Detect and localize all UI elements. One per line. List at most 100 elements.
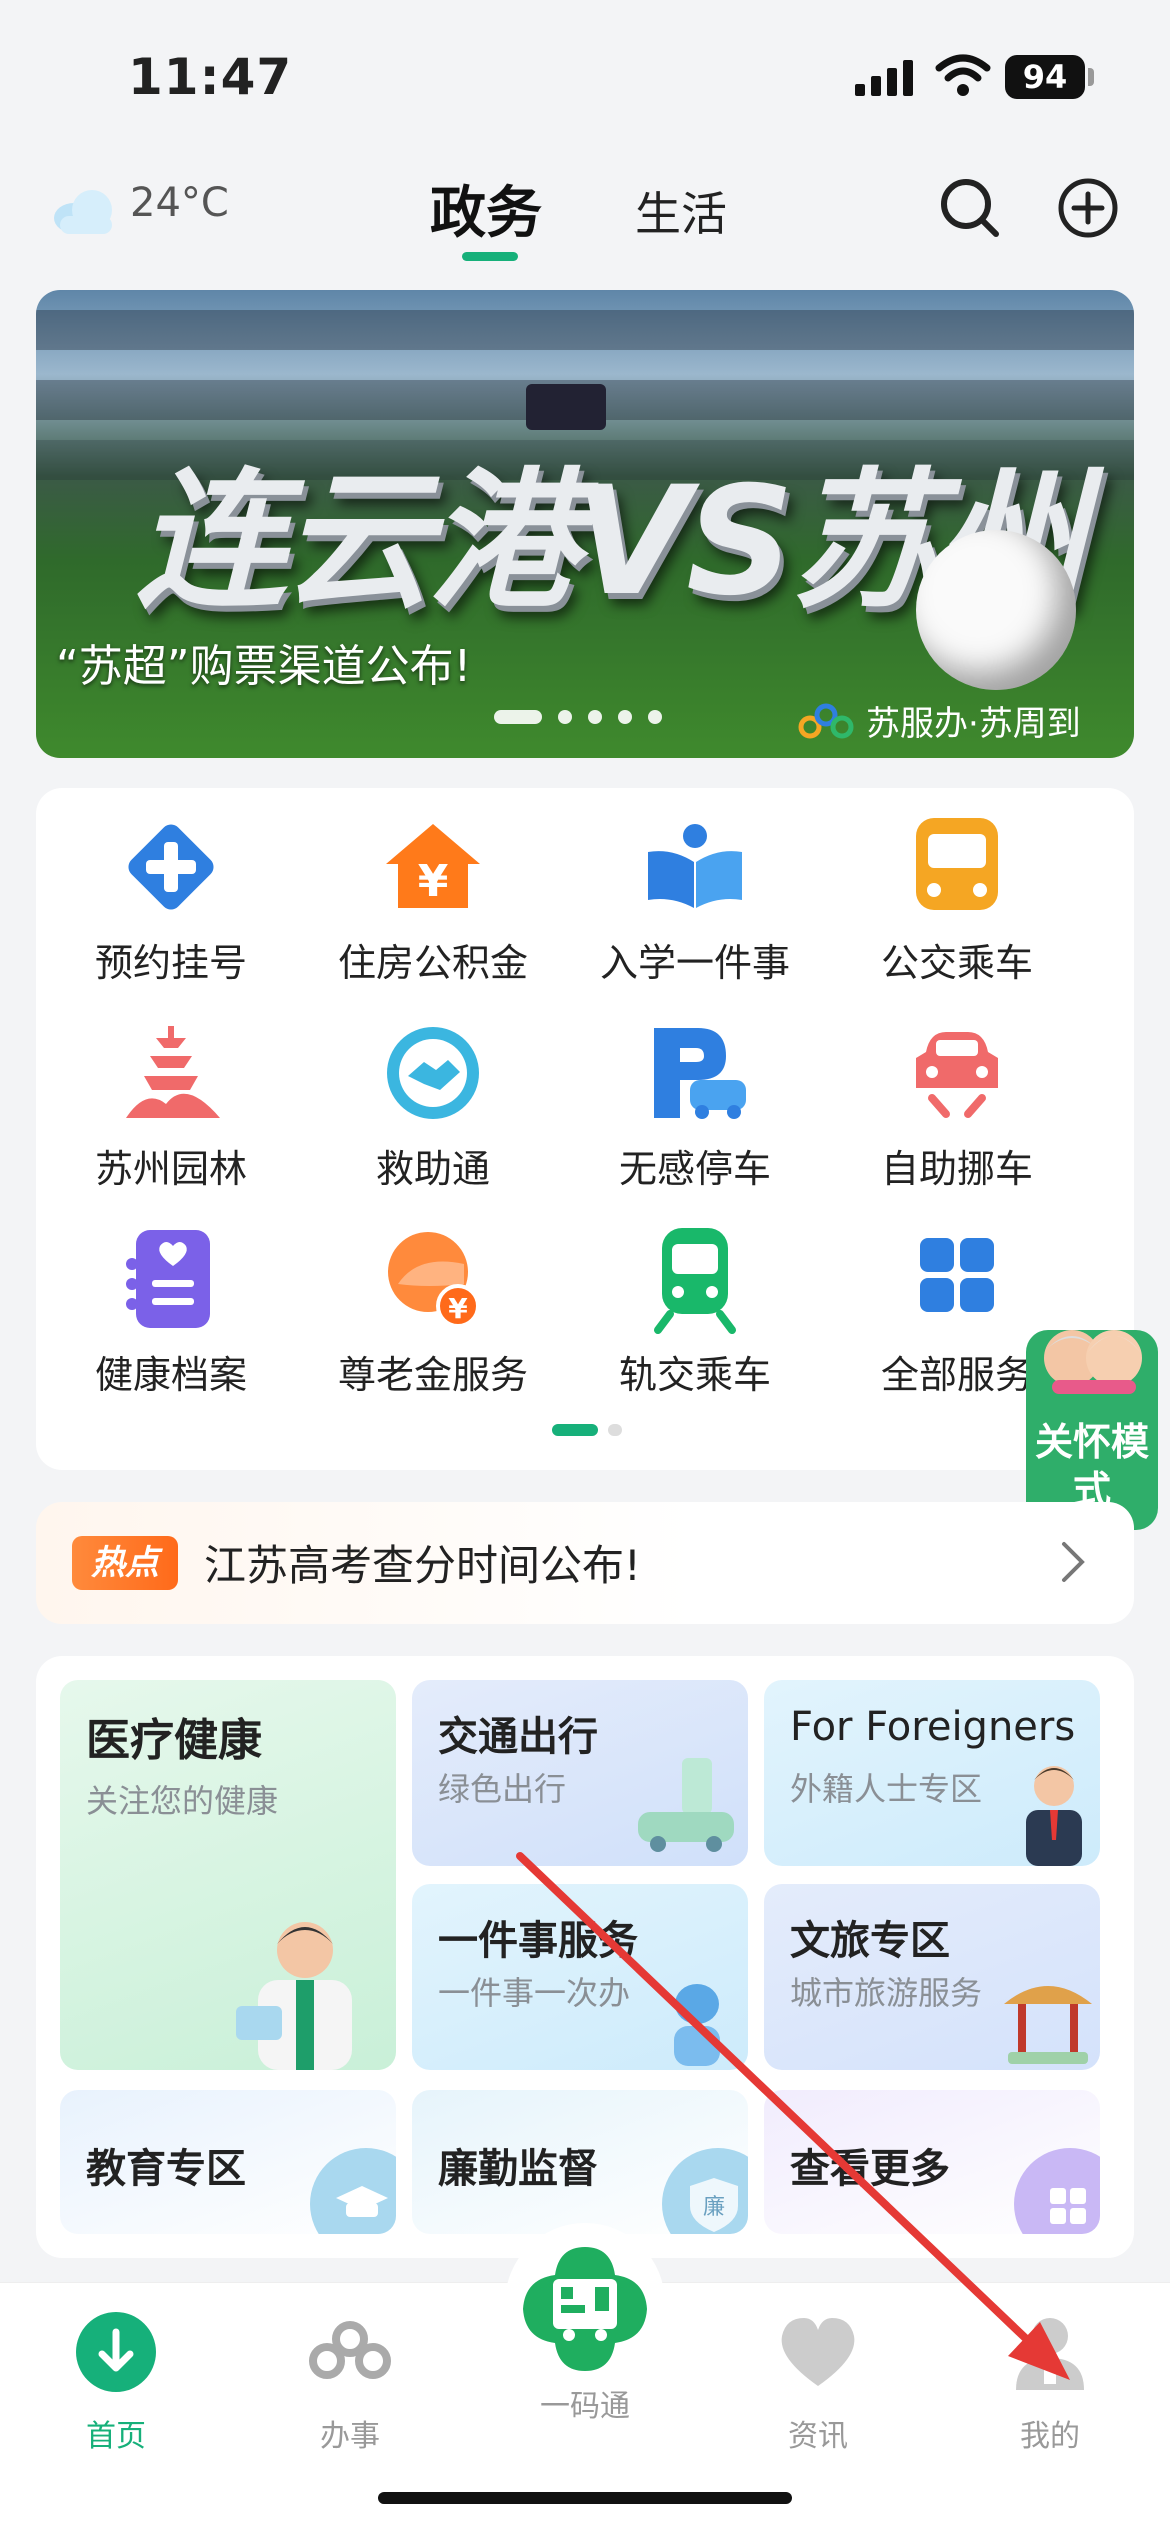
pagination-dot[interactable] xyxy=(618,710,632,724)
service-label: 自助挪车 xyxy=(880,1147,1033,1191)
service-label: 健康档案 xyxy=(94,1353,247,1397)
add-circle-icon[interactable] xyxy=(1056,176,1120,244)
nav-one-code[interactable]: 一码通 xyxy=(505,2239,665,2425)
service-label: 无感停车 xyxy=(618,1147,771,1191)
service-elder-fund[interactable]: ¥ 尊老金服务 xyxy=(298,1224,568,1399)
banner-brand: 苏服办·苏周到 xyxy=(796,696,1081,745)
topic-culture-tourism[interactable]: 文旅专区 城市旅游服务 xyxy=(764,1884,1100,2070)
nav-label: 办事 xyxy=(320,2419,380,2454)
soccer-ball-icon xyxy=(916,530,1076,690)
topic-title: 查看更多 xyxy=(790,2146,950,2192)
topic-integrity[interactable]: 廉勤监督 廉 xyxy=(412,2090,748,2234)
pagination-dot[interactable] xyxy=(552,1424,598,1436)
service-assistance[interactable]: 救助通 xyxy=(298,1018,568,1193)
open-book-icon xyxy=(640,812,750,922)
heart-icon xyxy=(768,2307,868,2397)
services-grid: 预约挂号 ¥ 住房公积金 入学一件事 公交乘车 苏州园林 救助通 无感停车 自助… xyxy=(36,788,1134,1470)
topic-medical[interactable]: 医疗健康 关注您的健康 xyxy=(60,1680,396,2070)
person-icon xyxy=(1000,2307,1100,2397)
topic-one-thing[interactable]: 一件事服务 一件事一次办 xyxy=(412,1884,748,2070)
promo-banner[interactable]: 连云港VS苏州 “苏超”购票渠道公布! 苏服办·苏周到 xyxy=(36,290,1134,758)
pagination-dot[interactable] xyxy=(608,1424,622,1436)
care-mode-label: 关怀模式 xyxy=(1034,1420,1149,1512)
car-move-icon xyxy=(902,1018,1012,1128)
tab-gov-affairs[interactable]: 政务 xyxy=(430,168,542,249)
service-bus[interactable]: 公交乘车 xyxy=(822,812,1092,987)
medical-cross-icon xyxy=(116,812,226,922)
nav-home[interactable]: 首页 xyxy=(36,2307,196,2455)
cloud-icon[interactable] xyxy=(50,186,120,240)
battery-indicator: 94 xyxy=(1005,55,1085,99)
ev-charging-car-icon xyxy=(638,1758,734,1852)
active-tab-indicator xyxy=(462,252,518,261)
handshake-icon xyxy=(378,1018,488,1128)
service-label: 苏州园林 xyxy=(94,1147,247,1191)
more-grid-icon xyxy=(1014,2148,1100,2234)
service-label: 入学一件事 xyxy=(599,941,790,985)
nav-services[interactable]: 办事 xyxy=(270,2307,430,2455)
service-housing-fund[interactable]: ¥ 住房公积金 xyxy=(298,812,568,987)
house-yuan-icon: ¥ xyxy=(378,812,488,922)
topic-more[interactable]: 查看更多 xyxy=(764,2090,1100,2234)
qr-code-icon xyxy=(515,2239,655,2379)
search-icon[interactable] xyxy=(938,176,1002,244)
service-label: 尊老金服务 xyxy=(337,1353,528,1397)
topic-title: For Foreigners xyxy=(790,1704,1076,1750)
service-label: 住房公积金 xyxy=(337,941,528,985)
service-health-record[interactable]: 健康档案 xyxy=(36,1224,306,1399)
service-suzhou-gardens[interactable]: 苏州园林 xyxy=(36,1018,306,1193)
home-download-icon xyxy=(66,2307,166,2397)
pagination-dot[interactable] xyxy=(588,710,602,724)
topic-subtitle: 城市旅游服务 xyxy=(790,1974,983,2012)
hot-news-text[interactable]: 江苏高考查分时间公布! xyxy=(204,1532,641,1593)
service-parking[interactable]: 无感停车 xyxy=(560,1018,830,1193)
hot-news-bar[interactable]: 热点 江苏高考查分时间公布! xyxy=(36,1502,1134,1624)
service-appointment[interactable]: 预约挂号 xyxy=(36,812,306,987)
services-pagination[interactable] xyxy=(552,1424,622,1436)
topics-panel: 医疗健康 关注您的健康 交通出行 绿色出行 For Foreigners 外籍人… xyxy=(36,1656,1134,2258)
topic-education[interactable]: 教育专区 xyxy=(60,2090,396,2234)
service-metro[interactable]: 轨交乘车 xyxy=(560,1224,830,1399)
topic-traffic[interactable]: 交通出行 绿色出行 xyxy=(412,1680,748,1866)
tab-life[interactable]: 生活 xyxy=(635,178,727,244)
topic-foreigners[interactable]: For Foreigners 外籍人士专区 xyxy=(764,1680,1100,1866)
service-label: 轨交乘车 xyxy=(618,1353,771,1397)
banner-caption: “苏超”购票渠道公布! xyxy=(56,641,472,692)
svg-text:¥: ¥ xyxy=(418,856,449,907)
pagination-dot[interactable] xyxy=(648,710,662,724)
nav-news[interactable]: 资讯 xyxy=(738,2307,898,2455)
topic-title: 文旅专区 xyxy=(790,1918,950,1964)
nav-profile[interactable]: 我的 xyxy=(970,2307,1130,2455)
integrity-shield-icon: 廉 xyxy=(662,2148,748,2234)
pagination-dot[interactable] xyxy=(558,710,572,724)
care-mode-button[interactable]: 关怀模式 xyxy=(1026,1330,1158,1530)
status-time: 11:47 xyxy=(128,48,293,106)
metro-train-icon xyxy=(640,1224,750,1334)
banner-pagination[interactable] xyxy=(494,710,662,724)
topic-subtitle: 关注您的健康 xyxy=(86,1782,279,1820)
svg-text:¥: ¥ xyxy=(448,1292,468,1325)
nav-label: 首页 xyxy=(86,2419,146,2454)
topic-title: 交通出行 xyxy=(438,1714,598,1760)
home-indicator xyxy=(378,2492,792,2504)
weather-temperature[interactable]: 24°C xyxy=(130,180,229,226)
topic-subtitle: 外籍人士专区 xyxy=(790,1770,983,1808)
topic-subtitle: 一件事一次办 xyxy=(438,1974,631,2012)
pagination-dot[interactable] xyxy=(494,710,542,724)
integrity-badge-text: 廉 xyxy=(703,2195,725,2220)
battery-tip xyxy=(1088,68,1094,86)
banner-brand-text: 苏服办·苏周到 xyxy=(866,704,1081,744)
elderly-couple-icon xyxy=(1044,1330,1142,1394)
topic-title: 一件事服务 xyxy=(438,1918,638,1964)
businessman-icon xyxy=(1026,1766,1082,1866)
elder-fund-icon: ¥ xyxy=(378,1224,488,1334)
service-school-enrollment[interactable]: 入学一件事 xyxy=(560,812,830,987)
cellular-signal-icon xyxy=(855,58,917,102)
chevron-right-icon[interactable] xyxy=(1058,1540,1088,1594)
service-label: 公交乘车 xyxy=(880,941,1033,985)
pavilion-icon xyxy=(1004,1986,1092,2064)
health-record-icon xyxy=(116,1224,226,1334)
parking-car-icon xyxy=(640,1018,750,1128)
grid-icon xyxy=(902,1224,1012,1334)
service-move-car[interactable]: 自助挪车 xyxy=(822,1018,1092,1193)
